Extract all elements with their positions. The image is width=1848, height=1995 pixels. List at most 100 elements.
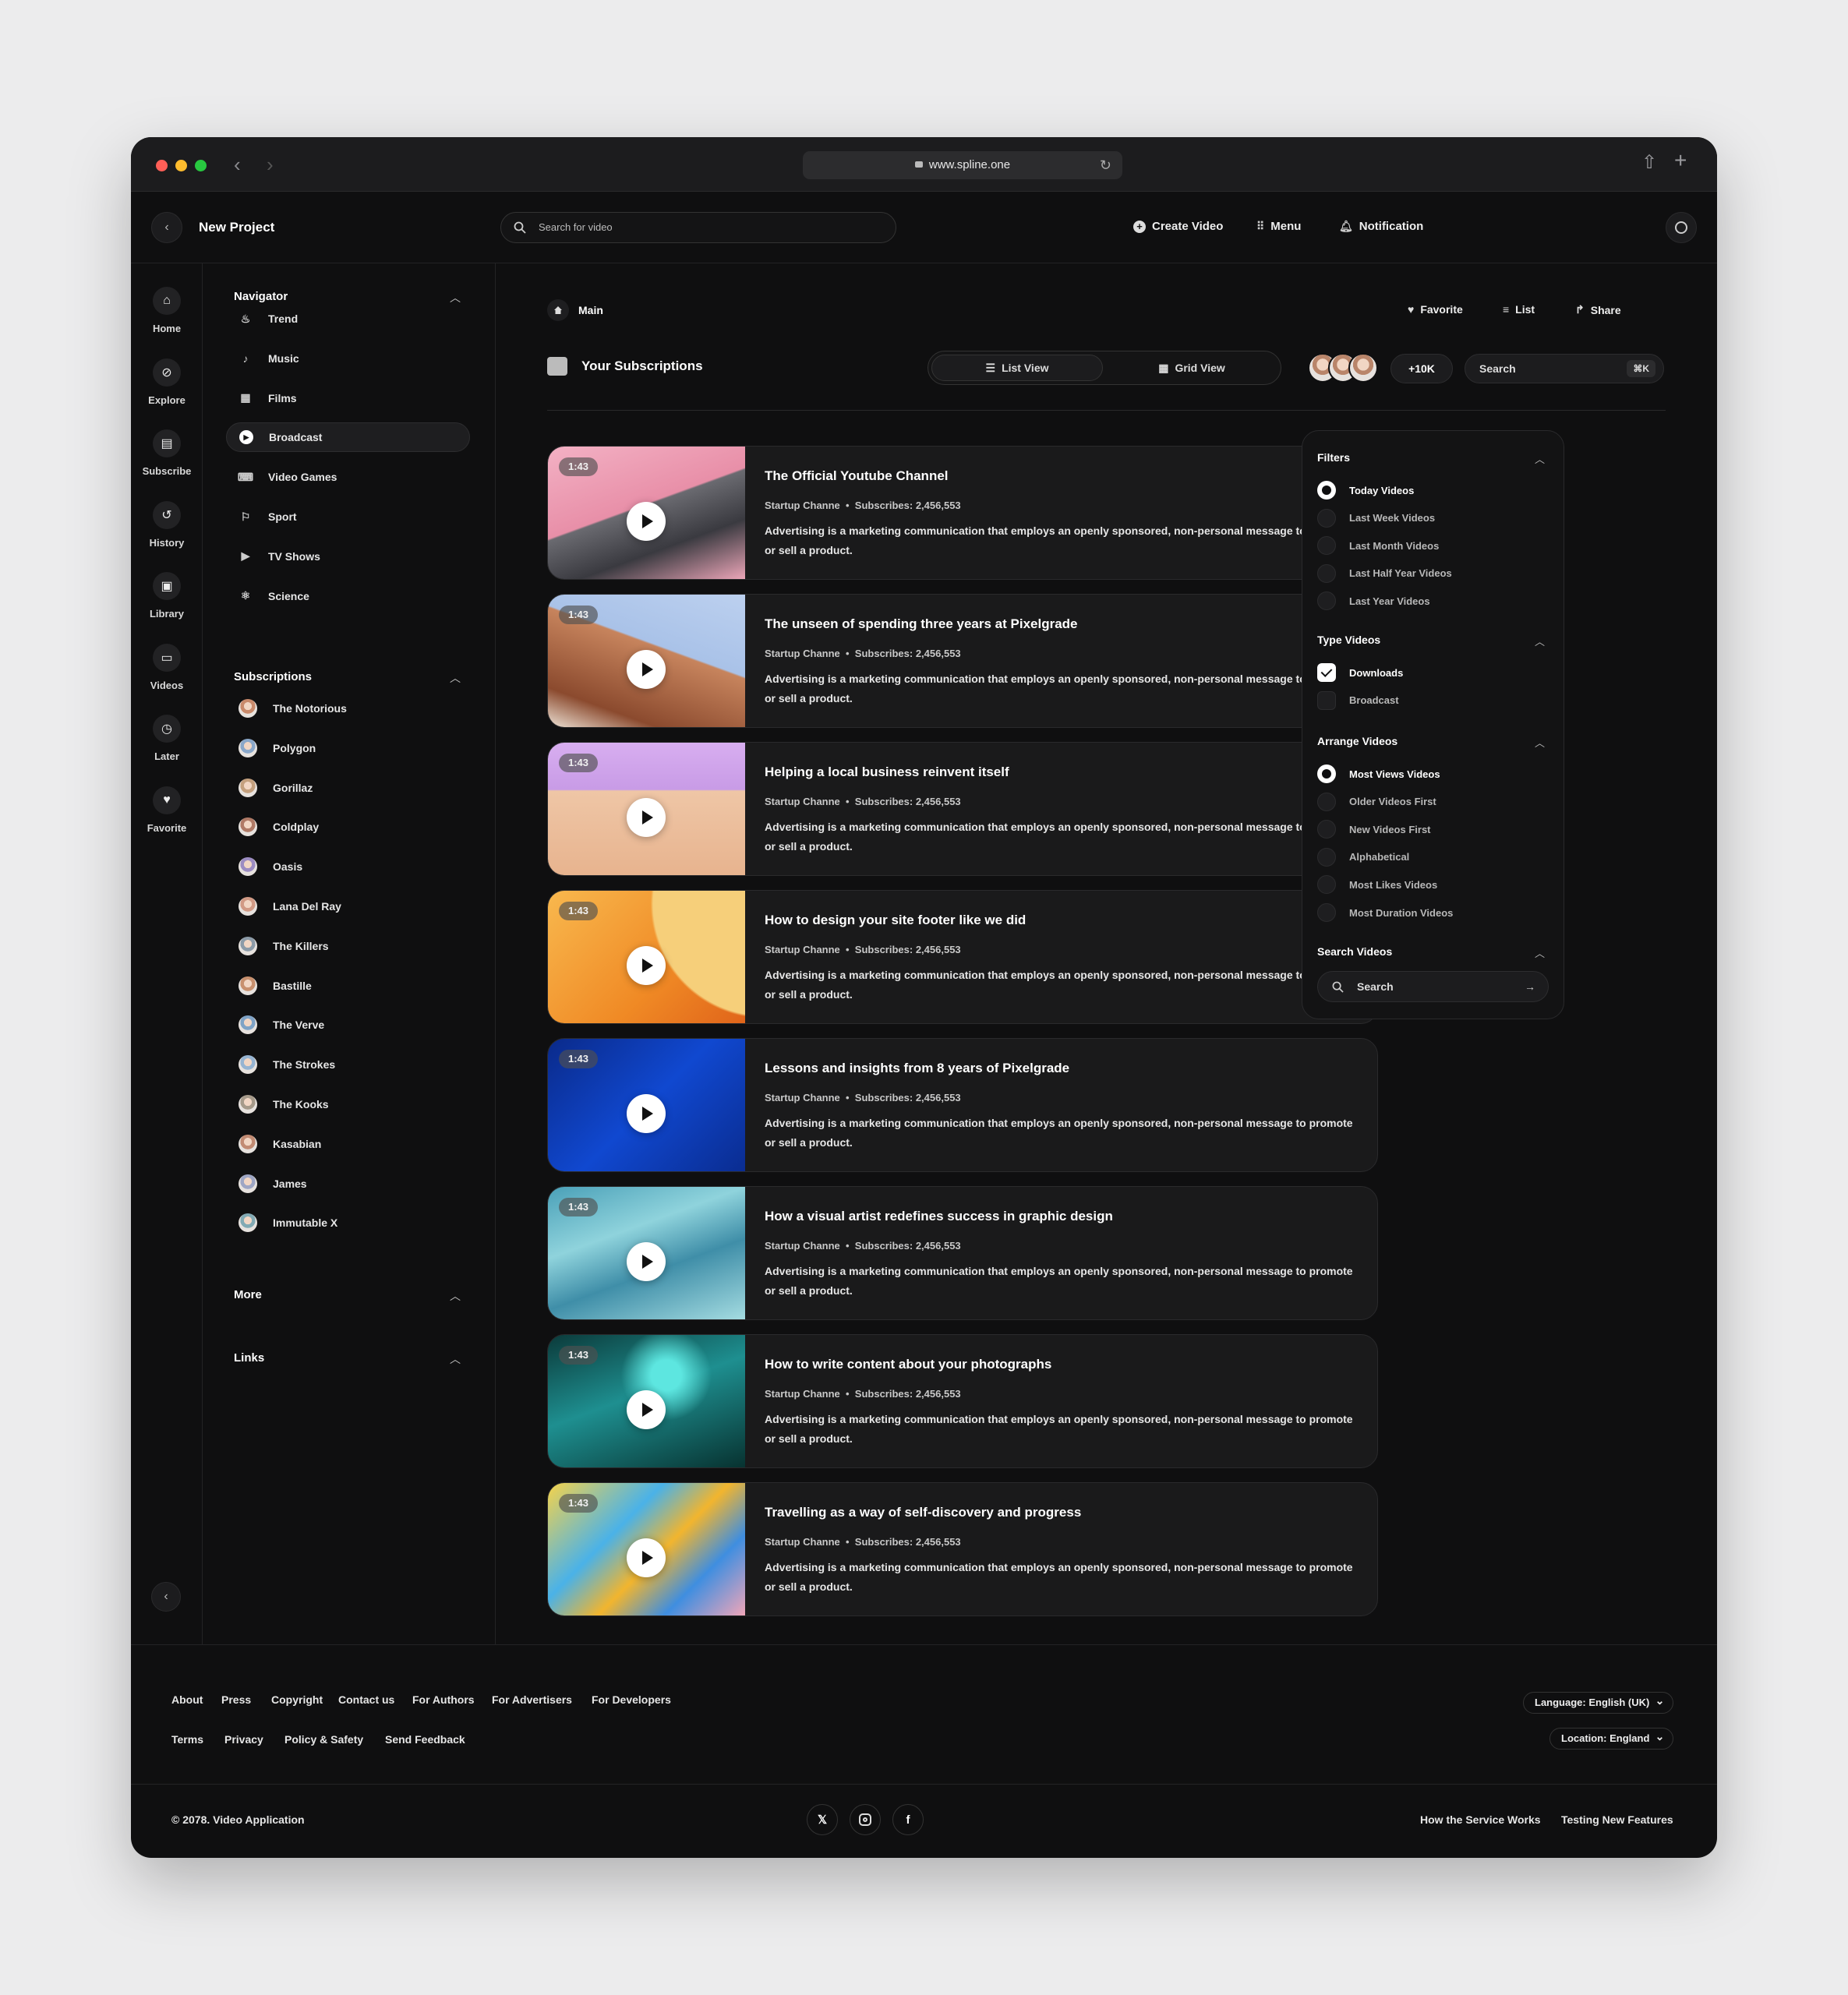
arrow-right-icon[interactable]: →: [1525, 972, 1535, 1001]
play-button[interactable]: [627, 1242, 666, 1281]
video-title[interactable]: Travelling as a way of self-discovery an…: [765, 1505, 1081, 1520]
video-card[interactable]: 1:43 Lessons and insights from 8 years of…: [547, 1038, 1378, 1172]
how-service-works-link[interactable]: How the Service Works: [1420, 1813, 1541, 1826]
rail-item-library[interactable]: ▣ Library: [131, 572, 203, 620]
chevron-up-icon[interactable]: ︿: [1535, 945, 1545, 960]
radio-button[interactable]: [1317, 903, 1336, 922]
notification-button[interactable]: 🔔︎ Notification: [1339, 220, 1423, 233]
video-card[interactable]: 1:43 How a visual artist redefines succes…: [547, 1186, 1378, 1320]
new-tab-icon[interactable]: +: [1674, 148, 1687, 173]
sidebar-subscription-item[interactable]: The Notorious: [239, 699, 347, 718]
grid-view-tab[interactable]: ▦ Grid View: [1106, 355, 1277, 381]
footer-link[interactable]: Privacy: [224, 1733, 263, 1746]
chevron-up-icon[interactable]: ︿: [450, 670, 461, 686]
video-card[interactable]: 1:43 The Official Youtube Channel Startup …: [547, 446, 1378, 580]
chevron-up-icon[interactable]: ︿: [450, 1351, 461, 1367]
sidebar-subscription-item[interactable]: Oasis: [239, 857, 302, 877]
video-thumbnail[interactable]: 1:43: [548, 1335, 745, 1467]
radio-button[interactable]: [1317, 591, 1336, 611]
radio-button[interactable]: [1317, 563, 1336, 583]
radio-button[interactable]: [1317, 847, 1336, 867]
radio-button[interactable]: [1317, 875, 1336, 895]
list-view-tab[interactable]: ☰ List View: [931, 355, 1103, 381]
video-thumbnail[interactable]: 1:43: [548, 447, 745, 579]
x-twitter-icon[interactable]: 𝕏: [807, 1804, 838, 1835]
testing-new-features-link[interactable]: Testing New Features: [1561, 1813, 1673, 1826]
filter-option[interactable]: Most Duration Videos: [1317, 903, 1453, 922]
filter-option[interactable]: Today Videos: [1317, 481, 1414, 500]
footer-link[interactable]: About: [171, 1693, 203, 1706]
filter-option[interactable]: Last Week Videos: [1317, 508, 1435, 528]
footer-link[interactable]: Copyright: [271, 1693, 323, 1706]
video-card[interactable]: 1:43 The unseen of spending three years a…: [547, 594, 1378, 728]
footer-link[interactable]: Terms: [171, 1733, 203, 1746]
play-button[interactable]: [627, 798, 666, 837]
minimize-window-button[interactable]: [175, 160, 187, 171]
close-window-button[interactable]: [156, 160, 168, 171]
sidebar-subscription-item[interactable]: Polygon: [239, 738, 316, 757]
filter-option[interactable]: Most Likes Videos: [1317, 875, 1437, 895]
radio-button[interactable]: [1317, 508, 1336, 528]
footer-link[interactable]: For Developers: [592, 1693, 671, 1706]
sidebar-item-science[interactable]: ⚛ Science: [226, 581, 470, 611]
footer-link[interactable]: Policy & Safety: [284, 1733, 363, 1746]
channel-name[interactable]: Startup Channe: [765, 500, 840, 511]
video-title[interactable]: Helping a local business reinvent itself: [765, 764, 1009, 780]
share-icon[interactable]: ⇧: [1641, 151, 1657, 174]
sidebar-subscription-item[interactable]: The Strokes: [239, 1055, 335, 1075]
footer-link[interactable]: Contact us: [338, 1693, 394, 1706]
rail-item-history[interactable]: ↺ History: [131, 500, 203, 549]
filter-option[interactable]: New Videos First: [1317, 820, 1431, 839]
profile-button[interactable]: [1666, 212, 1697, 243]
subscriber-count-badge[interactable]: +10K: [1390, 354, 1453, 383]
forward-arrow-icon[interactable]: ›: [267, 153, 274, 177]
rail-item-later[interactable]: ◷ Later: [131, 715, 203, 762]
facebook-icon[interactable]: f: [892, 1804, 924, 1835]
sidebar-subscription-item[interactable]: Lana Del Ray: [239, 897, 341, 916]
address-bar[interactable]: www.spline.one ↻: [803, 151, 1122, 179]
sidebar-subscription-item[interactable]: Immutable X: [239, 1213, 337, 1233]
video-thumbnail[interactable]: 1:43: [548, 595, 745, 727]
footer-link[interactable]: For Authors: [412, 1693, 475, 1706]
video-thumbnail[interactable]: 1:43: [548, 1483, 745, 1615]
location-select[interactable]: Location: England: [1549, 1726, 1674, 1750]
checkbox[interactable]: [1317, 663, 1336, 682]
video-title[interactable]: How to write content about your photogra…: [765, 1357, 1051, 1372]
sidebar-subscription-item[interactable]: The Killers: [239, 936, 329, 955]
radio-button[interactable]: [1317, 481, 1336, 500]
breadcrumb[interactable]: Main: [547, 299, 603, 321]
play-button[interactable]: [627, 1390, 666, 1429]
sidebar-item-video-games[interactable]: ⌨ Video Games: [226, 462, 470, 492]
play-button[interactable]: [627, 650, 666, 689]
video-search-input[interactable]: Search for video: [500, 212, 896, 243]
collapse-sidebar-button[interactable]: ‹: [151, 1582, 181, 1612]
video-thumbnail[interactable]: 1:43: [548, 891, 745, 1023]
maximize-window-button[interactable]: [195, 160, 207, 171]
back-button[interactable]: ‹: [151, 212, 182, 243]
language-select[interactable]: Language: English (UK): [1523, 1690, 1674, 1714]
radio-button[interactable]: [1317, 820, 1336, 839]
chevron-up-icon[interactable]: ︿: [450, 290, 461, 305]
filter-option[interactable]: Alphabetical: [1317, 847, 1409, 867]
sidebar-subscription-item[interactable]: Coldplay: [239, 817, 319, 837]
more-heading[interactable]: More: [234, 1288, 262, 1301]
video-title[interactable]: How to design your site footer like we d…: [765, 913, 1026, 928]
sidebar-item-music[interactable]: ♪ Music: [226, 344, 470, 373]
footer-link[interactable]: Press: [221, 1693, 251, 1706]
footer-link[interactable]: Send Feedback: [385, 1733, 465, 1746]
rail-item-favorite[interactable]: ♥ Favorite: [131, 786, 203, 834]
filter-option[interactable]: Last Year Videos: [1317, 591, 1430, 611]
rail-item-home[interactable]: ⌂ Home: [131, 287, 203, 334]
channel-name[interactable]: Startup Channe: [765, 944, 840, 955]
channel-name[interactable]: Startup Channe: [765, 796, 840, 807]
filter-option[interactable]: Broadcast: [1317, 690, 1399, 710]
radio-button[interactable]: [1317, 764, 1336, 783]
sidebar-item-broadcast[interactable]: ▶ Broadcast: [226, 422, 470, 453]
channel-name[interactable]: Startup Channe: [765, 1240, 840, 1252]
play-button[interactable]: [627, 946, 666, 985]
sidebar-item-tv-shows[interactable]: ▶ TV Shows: [226, 542, 470, 571]
favorite-button[interactable]: ♥ Favorite: [1408, 303, 1463, 316]
play-button[interactable]: [627, 1094, 666, 1133]
sidebar-subscription-item[interactable]: James: [239, 1174, 307, 1193]
sidebar-item-trend[interactable]: ♨ Trend: [226, 304, 470, 334]
